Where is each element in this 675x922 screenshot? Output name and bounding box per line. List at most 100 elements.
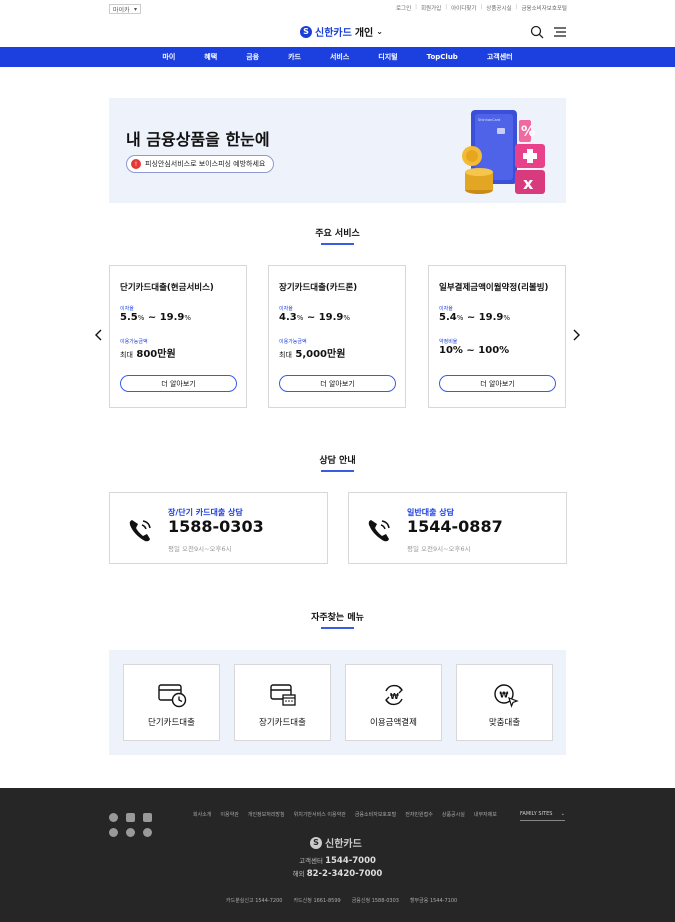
logo-emblem-icon: S [310, 836, 322, 849]
limit-value: 최대 5,000만원 [279, 349, 346, 360]
phone-icon [129, 520, 151, 542]
service-card: 장기카드대출(카드론) 이자율 4.3% ~ 19.9% 이용가능금액 최대 5… [268, 265, 406, 408]
brand-logo[interactable]: S 신한카드 개인 ⌄ [300, 24, 383, 39]
hero-banner: 내 금융상품을 한눈에 ! 피싱안심서비스로 보이스피싱 예방하세요 Shinh… [109, 98, 566, 203]
abroad-number: 82-2-3420-7000 [306, 869, 383, 879]
quick-menu-short-loan[interactable]: 단기카드대출 [123, 664, 220, 741]
customer-center-line: 고객센터 1544-7000 [299, 856, 376, 866]
footer: 회사소개 이용약관 개인정보처리방침 위치기반서비스 이용약관 금융소비자보호포… [0, 788, 675, 922]
header: S 신한카드 개인 ⌄ [0, 20, 675, 46]
abroad-line: 해외 82-2-3420-7000 [292, 869, 383, 879]
quick-menu-label: 장기카드대출 [259, 718, 306, 728]
quick-menu-label: 이용금액결제 [370, 718, 417, 728]
learn-more-button[interactable]: 더 알아보기 [439, 375, 556, 392]
footer-link-terms[interactable]: 이용약관 [220, 811, 238, 818]
svg-text:%: % [521, 124, 535, 140]
chevron-down-icon: ⌄ [560, 811, 565, 817]
ratio-value: 10% ~ 100% [439, 345, 510, 356]
service-card: 단기카드대출(현금서비스) 이자율 5.5% ~ 19.9% 이용가능금액 최대… [109, 265, 247, 408]
util-link-join[interactable]: 회원가입 [421, 4, 441, 12]
svg-text:₩: ₩ [390, 692, 399, 701]
card-brand-text: ShinhanCard [478, 118, 500, 122]
nav-item-benefits[interactable]: 혜택 [190, 52, 232, 62]
footer-link-privacy[interactable]: 개인정보처리방침 [248, 811, 285, 818]
chevron-down-icon: ⌄ [376, 27, 383, 36]
svg-text:₩: ₩ [500, 691, 509, 700]
card-calendar-icon [270, 684, 296, 706]
footer-hotlines: 카드분실신고 1544-7200 카드신청 1661-8599 금융신청 158… [226, 897, 457, 904]
utility-links: 로그인 | 회원가입 | 아이디찾기 | 상품공시실 | 금융소비자보호포털 [395, 4, 567, 12]
rate-range: 5.5% ~ 19.9% [120, 312, 192, 323]
logo-emblem-icon: S [300, 25, 312, 38]
utility-bar: 마이카 ▾ 로그인 | 회원가입 | 아이디찾기 | 상품공시실 | 금융소비자보호포털 [0, 0, 675, 18]
alert-icon: ! [131, 159, 141, 169]
consult-phone-number[interactable]: 1588-0303 [168, 517, 264, 536]
footer-logo: S 신한카드 [310, 835, 362, 850]
footer-link-company[interactable]: 회사소개 [193, 811, 211, 818]
card-coins-illustration: ShinhanCard % x [462, 110, 545, 194]
nav-item-card[interactable]: 카드 [274, 52, 316, 62]
quick-menu-label: 단기카드대출 [148, 718, 195, 728]
rate-label: 이자율 [279, 306, 293, 312]
svg-text:x: x [523, 174, 534, 193]
hotline-item: 카드신청 1661-8599 [293, 898, 341, 904]
footer-link-consumer-portal[interactable]: 금융소비자보호포털 [355, 811, 396, 818]
footer-links: 회사소개 이용약관 개인정보처리방침 위치기반서비스 이용약관 금융소비자보호포… [193, 811, 497, 818]
youtube-icon[interactable] [126, 813, 135, 822]
carousel-next-icon[interactable] [571, 328, 581, 342]
nav-item-finance[interactable]: 금융 [232, 52, 274, 62]
limit-label: 이용가능금액 [279, 339, 307, 345]
nav-item-service[interactable]: 서비스 [315, 52, 363, 62]
util-link-find-id[interactable]: 아이디찾기 [451, 4, 476, 12]
quick-menu-title-underline [321, 627, 354, 629]
won-cycle-icon: ₩ [385, 684, 403, 706]
util-link-login[interactable]: 로그인 [396, 4, 411, 12]
carousel-prev-icon[interactable] [94, 328, 104, 342]
limit-value: 최대 800만원 [120, 349, 176, 360]
talk-icon[interactable] [109, 813, 118, 822]
learn-more-button[interactable]: 더 알아보기 [120, 375, 237, 392]
consult-title-underline [321, 470, 354, 472]
post-icon[interactable] [143, 828, 152, 837]
card-product-name: 일부결제금액이월약정(리볼빙) [439, 283, 549, 293]
quick-menu-custom-loan[interactable]: ₩ 맞춤대출 [456, 664, 553, 741]
util-link-consumer-portal[interactable]: 금융소비자보호포털 [521, 4, 567, 12]
banner-title: 내 금융상품을 한눈에 [126, 130, 270, 149]
rate-range: 5.4% ~ 19.9% [439, 312, 511, 323]
consult-title: 상담 안내 [319, 456, 356, 466]
learn-more-button[interactable]: 더 알아보기 [279, 375, 396, 392]
facebook-icon[interactable] [109, 828, 118, 837]
hamburger-menu-icon[interactable] [553, 26, 567, 38]
nav-item-topclub[interactable]: TopClub [412, 53, 472, 61]
family-sites-label: FAMILY SITES [520, 811, 553, 817]
consult-phone-number[interactable]: 1544-0887 [407, 517, 503, 536]
blog-icon[interactable] [126, 828, 135, 837]
quick-menu-payment[interactable]: ₩ 이용금액결제 [345, 664, 442, 741]
services-title-underline [321, 243, 354, 245]
card-product-name: 장기카드대출(카드론) [279, 283, 358, 293]
service-card: 일부결제금액이월약정(리볼빙) 이자율 5.4% ~ 19.9% 약정비율 10… [428, 265, 566, 408]
quick-menu-title: 자주찾는 메뉴 [311, 613, 364, 623]
family-sites-select[interactable]: FAMILY SITES ⌄ [520, 811, 565, 821]
site-select[interactable]: 마이카 ▾ [109, 4, 141, 14]
nav-item-customer-center[interactable]: 고객센터 [472, 52, 527, 62]
ratio-label: 약정비율 [439, 339, 458, 345]
phone-icon [368, 520, 390, 542]
footer-link-location-terms[interactable]: 위치기반서비스 이용약관 [294, 811, 346, 818]
util-link-disclosure[interactable]: 상품공시실 [486, 4, 511, 12]
footer-link-whistleblow[interactable]: 내부자제보 [474, 811, 497, 818]
services-title: 주요 서비스 [315, 229, 360, 239]
consult-card-general-loan: 일반대출 상담 1544-0887 평일 오전9시~오후6시 [348, 492, 567, 564]
quick-menu-long-loan[interactable]: 장기카드대출 [234, 664, 331, 741]
footer-link-complaints[interactable]: 전자민원접수 [405, 811, 433, 818]
won-cursor-icon: ₩ [494, 684, 519, 708]
hotline-item: 금융신청 1588-0303 [351, 898, 399, 904]
phishing-notice-link[interactable]: ! 피싱안심서비스로 보이스피싱 예방하세요 [126, 155, 275, 173]
twitter-icon[interactable] [143, 813, 152, 822]
nav-item-digital[interactable]: 디지털 [364, 52, 412, 62]
footer-link-disclosure[interactable]: 상품공시실 [442, 811, 465, 818]
nav-item-my[interactable]: 마이 [148, 52, 190, 62]
search-icon[interactable] [530, 25, 544, 39]
rate-range: 4.3% ~ 19.9% [279, 312, 351, 323]
hotline-item: 할부금융 1544-7100 [409, 898, 458, 904]
